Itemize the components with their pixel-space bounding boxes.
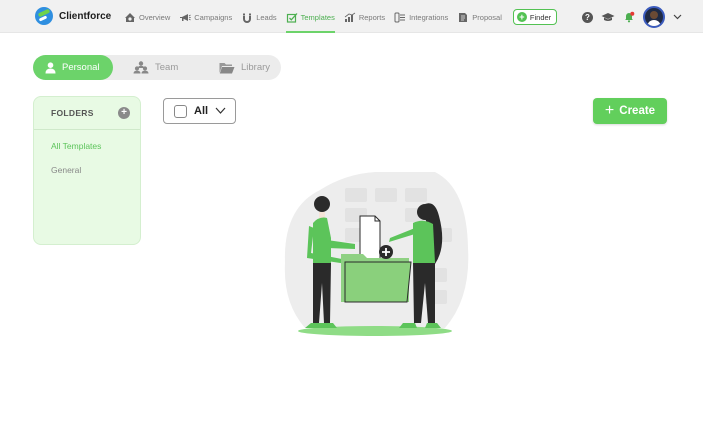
plus-icon: + (604, 102, 615, 119)
folder-open-icon (219, 62, 235, 73)
main-nav: Overview Campaigns Leads Templates Repor… (124, 9, 566, 33)
chevron-down-icon (215, 107, 226, 114)
nav-item-label: Campaigns (194, 12, 233, 22)
create-label: Create (619, 105, 656, 117)
tab-label: Team (155, 62, 179, 73)
help-icon[interactable]: ? (582, 11, 593, 23)
user-icon (45, 61, 56, 73)
create-template-button[interactable]: + Create (593, 98, 667, 124)
reports-icon (344, 12, 356, 22)
tab-label: Personal (62, 62, 100, 73)
nav-item-label: Leads (256, 12, 277, 22)
team-icon (133, 61, 149, 74)
graduation-cap-icon[interactable] (601, 12, 615, 23)
tab-team[interactable]: Team (133, 55, 178, 80)
nav-item-label: Overview (139, 12, 171, 22)
leads-icon (243, 13, 252, 23)
nav-item-campaigns[interactable]: Campaigns (179, 9, 232, 25)
finder-button[interactable]: + Finder (512, 9, 558, 25)
nav-item-proposal[interactable]: Proposal (457, 9, 502, 25)
nav-item-templates[interactable]: Templates (285, 9, 336, 33)
nav-item-reports[interactable]: Reports (344, 9, 385, 25)
finder-label: Finder (529, 12, 552, 22)
nav-item-label: Integrations (409, 12, 449, 22)
template-scope-tabs: Personal Team Library (33, 55, 281, 80)
nav-item-label: Reports (358, 12, 386, 22)
chevron-down-icon[interactable] (673, 12, 682, 23)
overview-icon (125, 12, 135, 22)
templates-icon (286, 12, 298, 23)
filter-label: All (194, 105, 209, 117)
folders-header: FOLDERS + (34, 97, 140, 130)
tab-label: Library (241, 62, 271, 73)
add-folder-icon[interactable]: + (118, 107, 130, 119)
integrations-icon (394, 12, 406, 22)
notification-bell-icon[interactable] (623, 11, 635, 23)
folder-list: All Templates General (34, 130, 140, 186)
select-all-dropdown[interactable]: All (163, 98, 236, 124)
folders-title: FOLDERS (51, 108, 94, 118)
folders-panel: FOLDERS + All Templates General (33, 96, 141, 245)
top-navigation-bar: Clientforce Overview Campaigns Leads Tem… (0, 0, 703, 33)
select-all-checkbox[interactable] (174, 104, 187, 118)
nav-item-label: Proposal (472, 12, 502, 22)
proposal-icon (459, 12, 468, 22)
user-avatar[interactable] (643, 6, 665, 28)
nav-item-integrations[interactable]: Integrations (394, 9, 448, 25)
folder-item-all-templates[interactable]: All Templates (34, 138, 140, 162)
nav-item-overview[interactable]: Overview (124, 9, 170, 25)
campaigns-icon (180, 13, 192, 21)
nav-item-leads[interactable]: Leads (241, 9, 277, 25)
header-actions: ? (582, 6, 682, 28)
app-logo[interactable]: Clientforce (35, 7, 111, 25)
tab-library[interactable]: Library (219, 55, 270, 80)
nav-item-label: Templates (300, 12, 335, 22)
tab-personal[interactable]: Personal (33, 55, 113, 80)
clientforce-logo-icon (35, 7, 53, 25)
app-name: Clientforce (59, 10, 112, 22)
empty-state-illustration (284, 172, 469, 336)
plus-circle-icon: + (516, 12, 527, 22)
folder-item-general[interactable]: General (34, 162, 140, 186)
